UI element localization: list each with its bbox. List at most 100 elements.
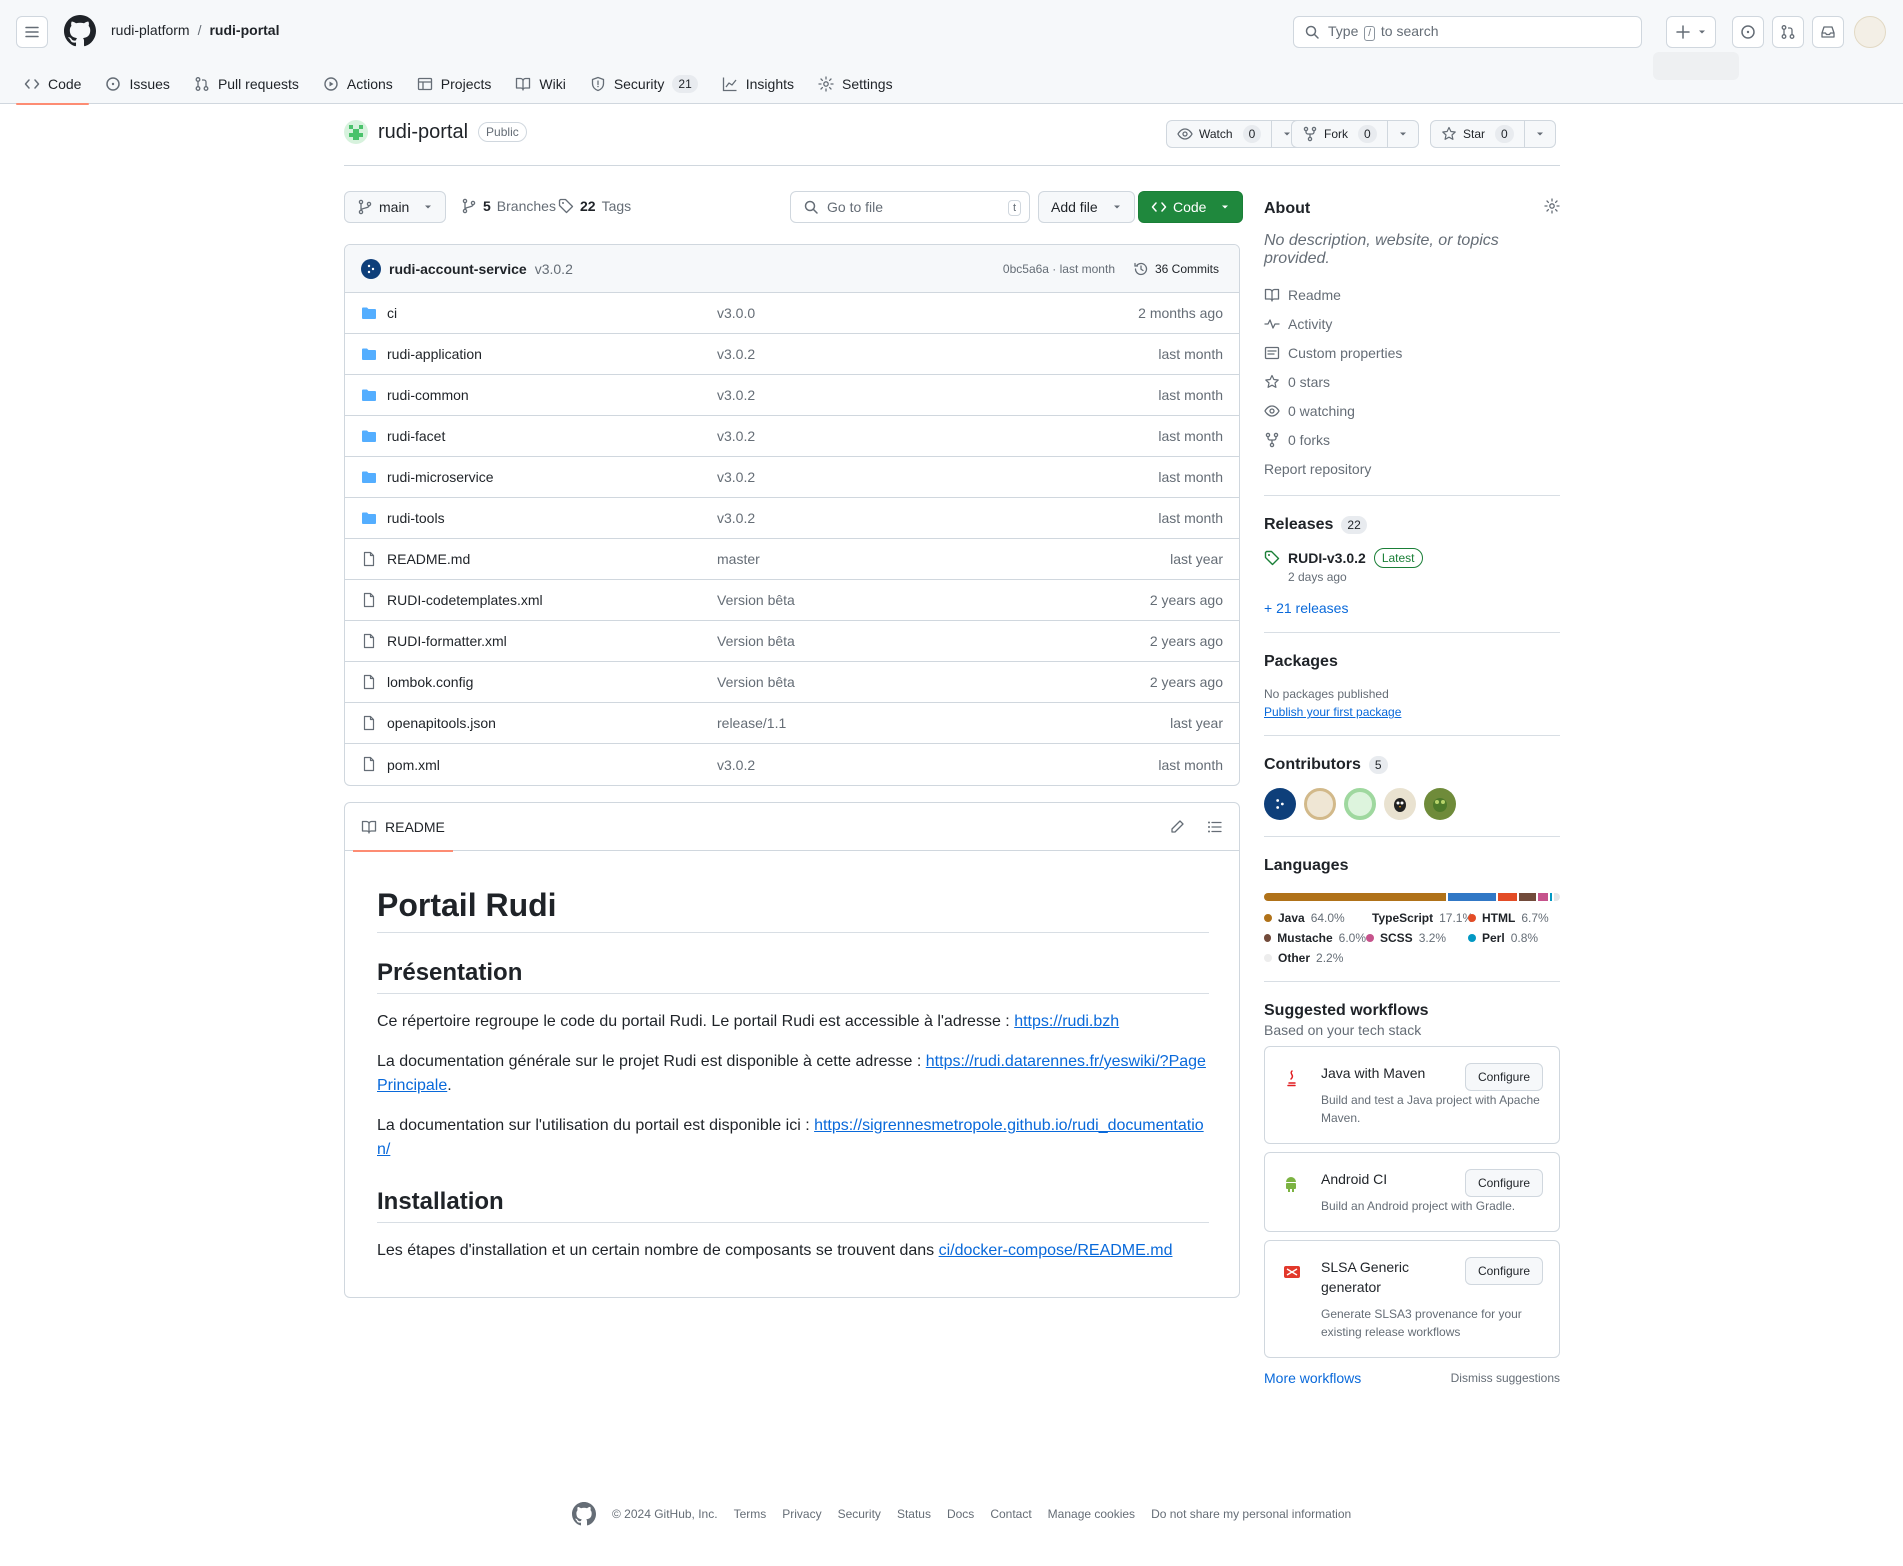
repo-link[interactable]: rudi-portal bbox=[209, 22, 279, 38]
footer-link-docs[interactable]: Docs bbox=[947, 1507, 974, 1521]
tab-settings[interactable]: Settings bbox=[810, 64, 901, 104]
file-name[interactable]: README.md bbox=[387, 551, 470, 567]
tab-actions[interactable]: Actions bbox=[315, 64, 401, 104]
file-commit-message[interactable]: release/1.1 bbox=[717, 715, 786, 731]
language-item[interactable]: Java 64.0% bbox=[1264, 911, 1366, 925]
table-row[interactable]: rudi-application v3.0.2 last month bbox=[345, 334, 1239, 375]
releases-heading[interactable]: Releases bbox=[1264, 516, 1333, 534]
branches-link[interactable]: 5 Branches bbox=[461, 198, 556, 214]
repo-name[interactable]: rudi-portal bbox=[378, 121, 468, 144]
file-name[interactable]: RUDI-codetemplates.xml bbox=[387, 592, 543, 608]
about-item-eye[interactable]: 0 watching bbox=[1264, 396, 1560, 425]
github-logo-icon[interactable] bbox=[572, 1502, 596, 1526]
owner-link[interactable]: rudi-platform bbox=[111, 22, 190, 38]
file-name[interactable]: openapitools.json bbox=[387, 715, 496, 731]
file-name[interactable]: rudi-application bbox=[387, 346, 482, 362]
menu-button[interactable] bbox=[16, 16, 48, 48]
file-name[interactable]: rudi-microservice bbox=[387, 469, 494, 485]
star-button[interactable]: Star 0 bbox=[1431, 121, 1525, 147]
footer-link-status[interactable]: Status bbox=[897, 1507, 931, 1521]
tab-issues[interactable]: Issues bbox=[97, 64, 177, 104]
table-row[interactable]: rudi-facet v3.0.2 last month bbox=[345, 416, 1239, 457]
avatar[interactable] bbox=[1304, 788, 1336, 820]
file-commit-message[interactable]: v3.0.2 bbox=[717, 757, 755, 773]
docker-compose-readme-link[interactable]: ci/docker-compose/README.md bbox=[939, 1242, 1173, 1259]
gear-icon[interactable] bbox=[1544, 198, 1560, 214]
language-item[interactable]: SCSS 3.2% bbox=[1366, 931, 1468, 945]
avatar[interactable] bbox=[1384, 788, 1416, 820]
table-row[interactable]: RUDI-formatter.xml Version bêta 2 years ag… bbox=[345, 621, 1239, 662]
tab-projects[interactable]: Projects bbox=[409, 64, 500, 104]
fork-button[interactable]: Fork 0 bbox=[1292, 121, 1388, 147]
readme-tab[interactable]: README bbox=[353, 803, 453, 852]
file-name[interactable]: pom.xml bbox=[387, 757, 440, 773]
publish-package-link[interactable]: Publish your first package bbox=[1264, 705, 1560, 719]
tags-link[interactable]: 22 Tags bbox=[558, 198, 631, 214]
table-row[interactable]: README.md master last year bbox=[345, 539, 1239, 580]
about-item-note[interactable]: Custom properties bbox=[1264, 338, 1560, 367]
avatar[interactable] bbox=[1344, 788, 1376, 820]
table-row[interactable]: ci v3.0.0 2 months ago bbox=[345, 293, 1239, 334]
configure-button[interactable]: Configure bbox=[1464, 1257, 1543, 1285]
tab-code[interactable]: Code bbox=[16, 64, 90, 105]
file-commit-message[interactable]: v3.0.0 bbox=[717, 305, 755, 321]
star-dropdown-button[interactable] bbox=[1525, 121, 1555, 147]
repo-owner-avatar[interactable] bbox=[344, 120, 368, 144]
file-commit-message[interactable]: Version bêta bbox=[717, 592, 795, 608]
table-row[interactable]: rudi-common v3.0.2 last month bbox=[345, 375, 1239, 416]
avatar[interactable] bbox=[1264, 788, 1296, 820]
configure-button[interactable]: Configure bbox=[1464, 1063, 1543, 1091]
about-item-book[interactable]: Readme bbox=[1264, 280, 1560, 309]
file-commit-message[interactable]: Version bêta bbox=[717, 674, 795, 690]
file-name[interactable]: lombok.config bbox=[387, 674, 473, 690]
table-row[interactable]: lombok.config Version bêta 2 years ago bbox=[345, 662, 1239, 703]
tab-insights[interactable]: Insights bbox=[714, 64, 802, 104]
file-name[interactable]: rudi-tools bbox=[387, 510, 445, 526]
table-row[interactable]: openapitools.json release/1.1 last year bbox=[345, 703, 1239, 744]
file-commit-message[interactable]: master bbox=[717, 551, 760, 567]
configure-button[interactable]: Configure bbox=[1464, 1169, 1543, 1197]
file-name[interactable]: RUDI-formatter.xml bbox=[387, 633, 507, 649]
file-commit-message[interactable]: v3.0.2 bbox=[717, 428, 755, 444]
language-item[interactable]: TypeScript 17.1% bbox=[1366, 911, 1473, 925]
user-avatar[interactable] bbox=[1854, 16, 1886, 48]
file-commit-message[interactable]: Version bêta bbox=[717, 633, 795, 649]
issues-button[interactable] bbox=[1732, 16, 1764, 48]
code-button[interactable]: Code bbox=[1138, 191, 1244, 223]
footer-link-security[interactable]: Security bbox=[838, 1507, 881, 1521]
commit-author[interactable]: rudi-account-service bbox=[389, 261, 527, 277]
list-icon[interactable] bbox=[1207, 819, 1223, 835]
table-row[interactable]: RUDI-codetemplates.xml Version bêta 2 year… bbox=[345, 580, 1239, 621]
more-releases-link[interactable]: + 21 releases bbox=[1264, 600, 1560, 616]
add-file-button[interactable]: Add file bbox=[1038, 191, 1135, 223]
github-logo-icon[interactable] bbox=[64, 15, 96, 47]
tab-wiki[interactable]: Wiki bbox=[507, 64, 573, 104]
fork-dropdown-button[interactable] bbox=[1388, 121, 1418, 147]
pencil-icon[interactable] bbox=[1169, 819, 1185, 835]
about-item-star[interactable]: 0 stars bbox=[1264, 367, 1560, 396]
language-item[interactable]: Perl 0.8% bbox=[1468, 931, 1560, 945]
footer-link-terms[interactable]: Terms bbox=[734, 1507, 767, 1521]
file-name[interactable]: rudi-facet bbox=[387, 428, 445, 444]
table-row[interactable]: rudi-microservice v3.0.2 last month bbox=[345, 457, 1239, 498]
about-item-pulse[interactable]: Activity bbox=[1264, 309, 1560, 338]
tab-security[interactable]: Security 21 bbox=[582, 64, 706, 104]
footer-link-manage-cookies[interactable]: Manage cookies bbox=[1048, 1507, 1135, 1521]
about-item-fork[interactable]: 0 forks bbox=[1264, 425, 1560, 454]
footer-link-contact[interactable]: Contact bbox=[990, 1507, 1031, 1521]
rudi-link[interactable]: https://rudi.bzh bbox=[1014, 1013, 1119, 1030]
contributors-heading[interactable]: Contributors bbox=[1264, 756, 1361, 774]
dismiss-suggestions-button[interactable]: Dismiss suggestions bbox=[1451, 1371, 1560, 1385]
tab-pull-requests[interactable]: Pull requests bbox=[186, 64, 307, 104]
commits-link[interactable]: 36 Commits bbox=[1133, 261, 1219, 277]
file-commit-message[interactable]: v3.0.2 bbox=[717, 469, 755, 485]
language-item[interactable]: Mustache 6.0% bbox=[1264, 931, 1366, 945]
latest-release[interactable]: RUDI-v3.0.2 Latest 2 days ago bbox=[1264, 548, 1560, 584]
report-repository-link[interactable]: Report repository bbox=[1264, 454, 1560, 483]
packages-heading[interactable]: Packages bbox=[1264, 653, 1560, 671]
file-commit-message[interactable]: v3.0.2 bbox=[717, 346, 755, 362]
commit-author-avatar[interactable] bbox=[361, 258, 381, 279]
file-name[interactable]: ci bbox=[387, 305, 397, 321]
table-row[interactable]: rudi-tools v3.0.2 last month bbox=[345, 498, 1239, 539]
language-item[interactable]: HTML 6.7% bbox=[1468, 911, 1560, 925]
